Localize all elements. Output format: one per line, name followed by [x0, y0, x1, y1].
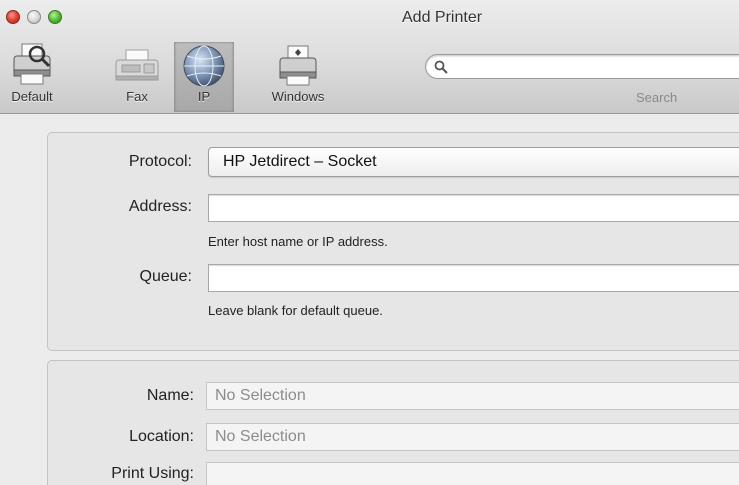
ip-globe-icon — [183, 45, 225, 87]
search-label: Search — [636, 90, 678, 105]
zoom-button[interactable] — [48, 10, 62, 24]
close-button[interactable] — [6, 10, 20, 24]
address-input[interactable] — [209, 195, 739, 221]
search-field[interactable] — [425, 54, 739, 79]
protocol-label: Protocol: — [128, 153, 192, 170]
toolbar-fax-button[interactable]: Fax — [110, 42, 164, 112]
name-field[interactable]: No Selection — [206, 382, 739, 410]
protocol-popup[interactable]: HP Jetdirect – Socket — [208, 147, 739, 177]
default-printer-icon — [13, 43, 51, 85]
toolbar-windows-button[interactable]: Windows — [252, 42, 344, 112]
protocol-value: HP Jetdirect – Socket — [223, 153, 377, 170]
address-label: Address: — [128, 198, 192, 215]
minimize-button[interactable] — [27, 10, 41, 24]
add-printer-window: Add Printer Default Fax IP Windows Searc… — [0, 0, 739, 485]
search-icon — [434, 60, 448, 74]
queue-label: Queue: — [139, 268, 192, 285]
windows-printer-icon — [279, 45, 317, 86]
queue-hint: Leave blank for default queue. — [208, 303, 383, 318]
toolbar-default-button[interactable]: Default — [0, 42, 64, 112]
fax-icon — [115, 49, 159, 81]
toolbar-windows-label: Windows — [271, 89, 325, 104]
print-using-popup[interactable] — [206, 462, 739, 485]
window-title: Add Printer — [402, 9, 483, 26]
toolbar-ip-button[interactable]: IP — [174, 42, 234, 112]
queue-field[interactable] — [208, 264, 739, 292]
name-label: Name: — [146, 387, 194, 404]
toolbar-default-label: Default — [11, 89, 53, 104]
toolbar-ip-label: IP — [197, 89, 211, 104]
print-using-label: Print Using: — [111, 465, 194, 482]
toolbar-fax-label: Fax — [126, 89, 148, 104]
address-hint: Enter host name or IP address. — [208, 234, 388, 249]
queue-input[interactable] — [209, 265, 739, 291]
location-label: Location: — [129, 428, 194, 445]
name-value: No Selection — [215, 387, 306, 404]
toolbar: Add Printer Default Fax IP Windows Searc… — [0, 0, 739, 114]
location-value: No Selection — [215, 428, 306, 445]
address-field[interactable] — [208, 194, 739, 222]
location-field[interactable]: No Selection — [206, 423, 739, 451]
